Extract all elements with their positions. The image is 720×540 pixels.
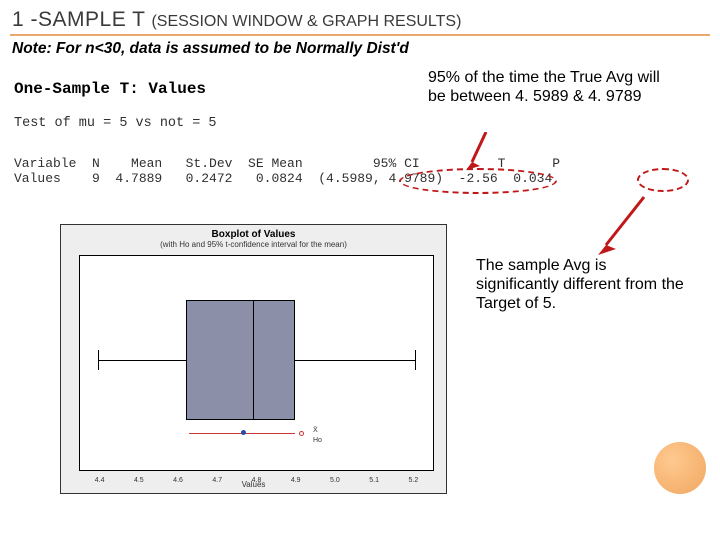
x-tick: 4.9: [291, 477, 301, 484]
title-sub: (SESSION WINDOW & GRAPH RESULTS): [151, 13, 461, 30]
whisker-right-cap: [415, 350, 416, 370]
x-tick: 5.2: [408, 477, 418, 484]
x-tick: 5.0: [330, 477, 340, 484]
arrow-to-p-icon: [596, 195, 646, 255]
x-tick: 4.5: [134, 477, 144, 484]
x-tick: 5.1: [369, 477, 379, 484]
title-underline: [10, 34, 710, 36]
chart-legend: X̄ Ho: [313, 426, 322, 446]
x-tick: 4.4: [95, 477, 105, 484]
ci-highlight-oval: [399, 168, 557, 194]
ci-annotation: 95% of the time the True Avg will be bet…: [428, 68, 678, 106]
chart-title: Boxplot of Values: [61, 225, 446, 240]
whisker-right: [295, 360, 415, 361]
whisker-left: [98, 360, 186, 361]
hypothesis-line: Test of mu = 5 vs not = 5: [14, 116, 217, 131]
legend-ho: Ho: [313, 436, 322, 446]
content-area: One-Sample T: Values Test of mu = 5 vs n…: [0, 64, 720, 504]
decorative-circle-icon: [654, 442, 706, 494]
slide-title: 1 -SAMPLE T (SESSION WINDOW & GRAPH RESU…: [0, 0, 720, 34]
x-axis-label: Values: [242, 480, 266, 489]
arrow-to-ci-icon: [466, 132, 490, 170]
p-annotation: The sample Avg is significantly differen…: [476, 256, 686, 314]
note-line: Note: For n<30, data is assumed to be No…: [0, 38, 720, 64]
boxplot-chart: Boxplot of Values (with Ho and 95% t-con…: [60, 224, 447, 494]
whisker-left-cap: [98, 350, 99, 370]
median-line: [253, 300, 254, 420]
x-tick: 4.7: [212, 477, 222, 484]
ho-marker: [299, 431, 304, 436]
x-tick: 4.6: [173, 477, 183, 484]
chart-subtitle: (with Ho and 95% t-confidence interval f…: [61, 240, 446, 249]
legend-xbar: X̄: [313, 426, 322, 436]
box-iqr: [186, 300, 295, 420]
p-highlight-oval: [637, 168, 689, 192]
title-main: 1 -SAMPLE T: [12, 8, 151, 31]
mean-marker: [241, 430, 246, 435]
session-output-title: One-Sample T: Values: [14, 80, 206, 98]
plot-area: X̄ Ho 4.4 4.5 4.6 4.7 4.8 4.9 5.0 5.1 5.…: [79, 255, 434, 471]
